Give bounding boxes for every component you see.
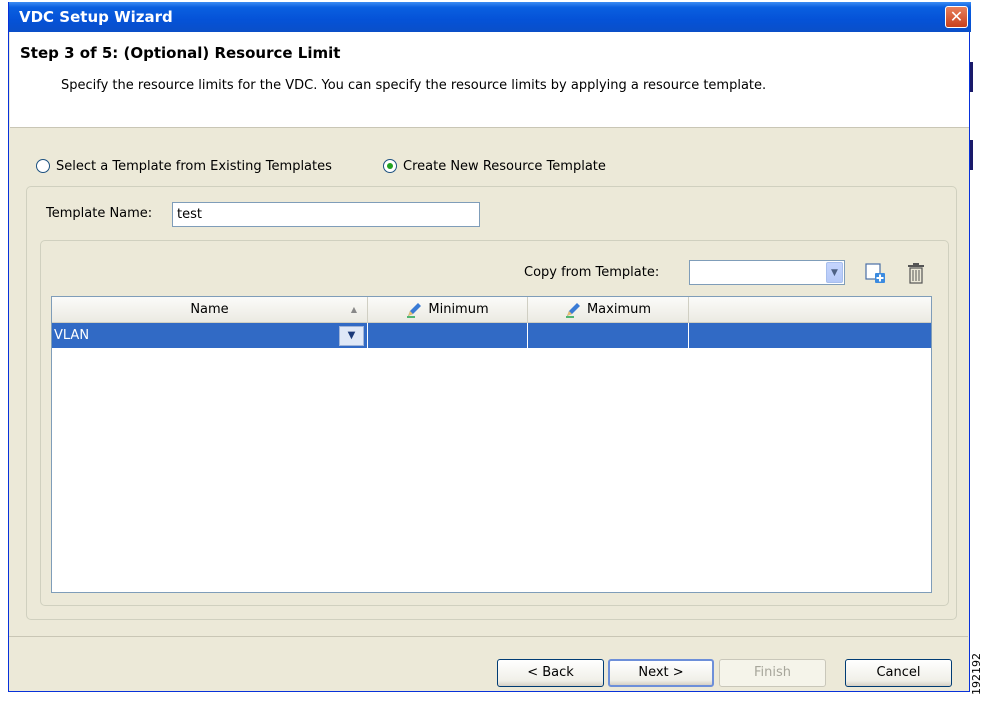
cell-minimum[interactable] — [368, 323, 528, 348]
radio-existing-indicator[interactable] — [36, 159, 50, 173]
step-title: Step 3 of 5: (Optional) Resource Limit — [20, 44, 341, 62]
radio-new-indicator[interactable] — [383, 159, 397, 173]
copy-from-template-label: Copy from Template: — [524, 265, 660, 280]
radio-new-label: Create New Resource Template — [403, 158, 606, 174]
radio-existing-label: Select a Template from Existing Template… — [56, 158, 332, 174]
edge-mark — [970, 62, 973, 92]
footer-divider — [9, 636, 968, 637]
edge-mark — [970, 140, 973, 170]
template-name-input[interactable]: test — [172, 202, 480, 227]
chevron-down-icon[interactable]: ▼ — [339, 326, 364, 346]
cell-maximum[interactable] — [528, 323, 689, 348]
column-header-minimum[interactable]: Minimum — [368, 297, 528, 323]
close-button[interactable]: ✕ — [945, 6, 968, 28]
table-header: Name ▲ Minimum Maximum — [52, 297, 931, 323]
title-bar: VDC Setup Wizard ✕ — [9, 2, 971, 32]
pencil-icon — [407, 302, 422, 318]
copy-from-template-select[interactable]: ▼ — [689, 260, 845, 285]
next-button[interactable]: Next > — [608, 659, 714, 687]
radio-new-template[interactable]: Create New Resource Template — [383, 156, 606, 176]
table-row[interactable]: VLAN ▼ — [52, 323, 931, 348]
resource-table: Name ▲ Minimum Maximum VLAN ▼ — [51, 296, 932, 593]
pencil-icon — [565, 302, 580, 318]
template-name-label: Template Name: — [46, 206, 153, 221]
step-description: Specify the resource limits for the VDC.… — [61, 78, 767, 93]
column-header-maximum[interactable]: Maximum — [528, 297, 689, 323]
back-button[interactable]: < Back — [497, 659, 604, 687]
figure-number: 192192 — [970, 653, 983, 695]
cancel-button[interactable]: Cancel — [845, 659, 952, 687]
add-template-icon[interactable] — [864, 262, 886, 284]
sort-ascending-icon: ▲ — [350, 305, 357, 314]
finish-button[interactable]: Finish — [719, 659, 826, 687]
trash-icon[interactable] — [906, 262, 926, 284]
column-header-name[interactable]: Name ▲ — [52, 297, 368, 323]
radio-existing-template[interactable]: Select a Template from Existing Template… — [36, 156, 332, 176]
cell-name[interactable]: VLAN ▼ — [52, 323, 368, 348]
wizard-header: Step 3 of 5: (Optional) Resource Limit S… — [10, 32, 969, 128]
window-title: VDC Setup Wizard — [19, 8, 173, 26]
chevron-down-icon[interactable]: ▼ — [826, 262, 843, 283]
